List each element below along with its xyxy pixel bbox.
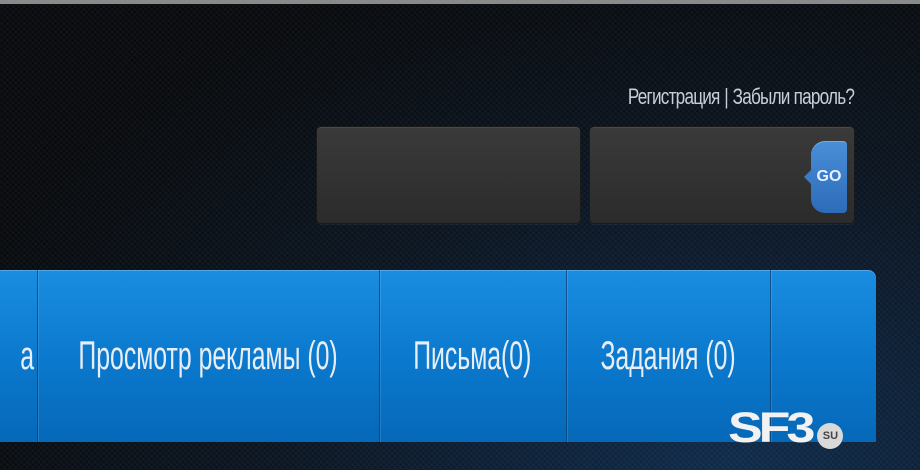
login-field-box bbox=[316, 126, 581, 224]
auth-links: Регистрация | Забыли пароль? bbox=[628, 84, 855, 110]
nav-item-cut[interactable]: а bbox=[0, 270, 38, 442]
register-link[interactable]: Регистрация bbox=[628, 84, 721, 109]
forgot-password-link[interactable]: Забыли пароль? bbox=[732, 84, 854, 109]
nav-item-label: Письма(0) bbox=[413, 333, 532, 378]
nav-item-label: Просмотр рекламы (0) bbox=[78, 333, 338, 378]
nav-item-label: Задания (0) bbox=[600, 333, 736, 378]
watermark-text: SF3 bbox=[728, 404, 815, 452]
go-button[interactable]: GO bbox=[804, 141, 847, 213]
nav-item-letters[interactable]: Письма(0) bbox=[380, 270, 565, 442]
nav-item-label: а bbox=[19, 333, 34, 378]
watermark-badge: SU bbox=[817, 423, 844, 449]
nav-item-ad-views[interactable]: Просмотр рекламы (0) bbox=[38, 270, 378, 442]
auth-separator: | bbox=[724, 84, 728, 109]
top-border bbox=[0, 0, 920, 4]
watermark-logo: SF3 SU bbox=[728, 404, 844, 452]
login-input[interactable] bbox=[317, 127, 580, 223]
